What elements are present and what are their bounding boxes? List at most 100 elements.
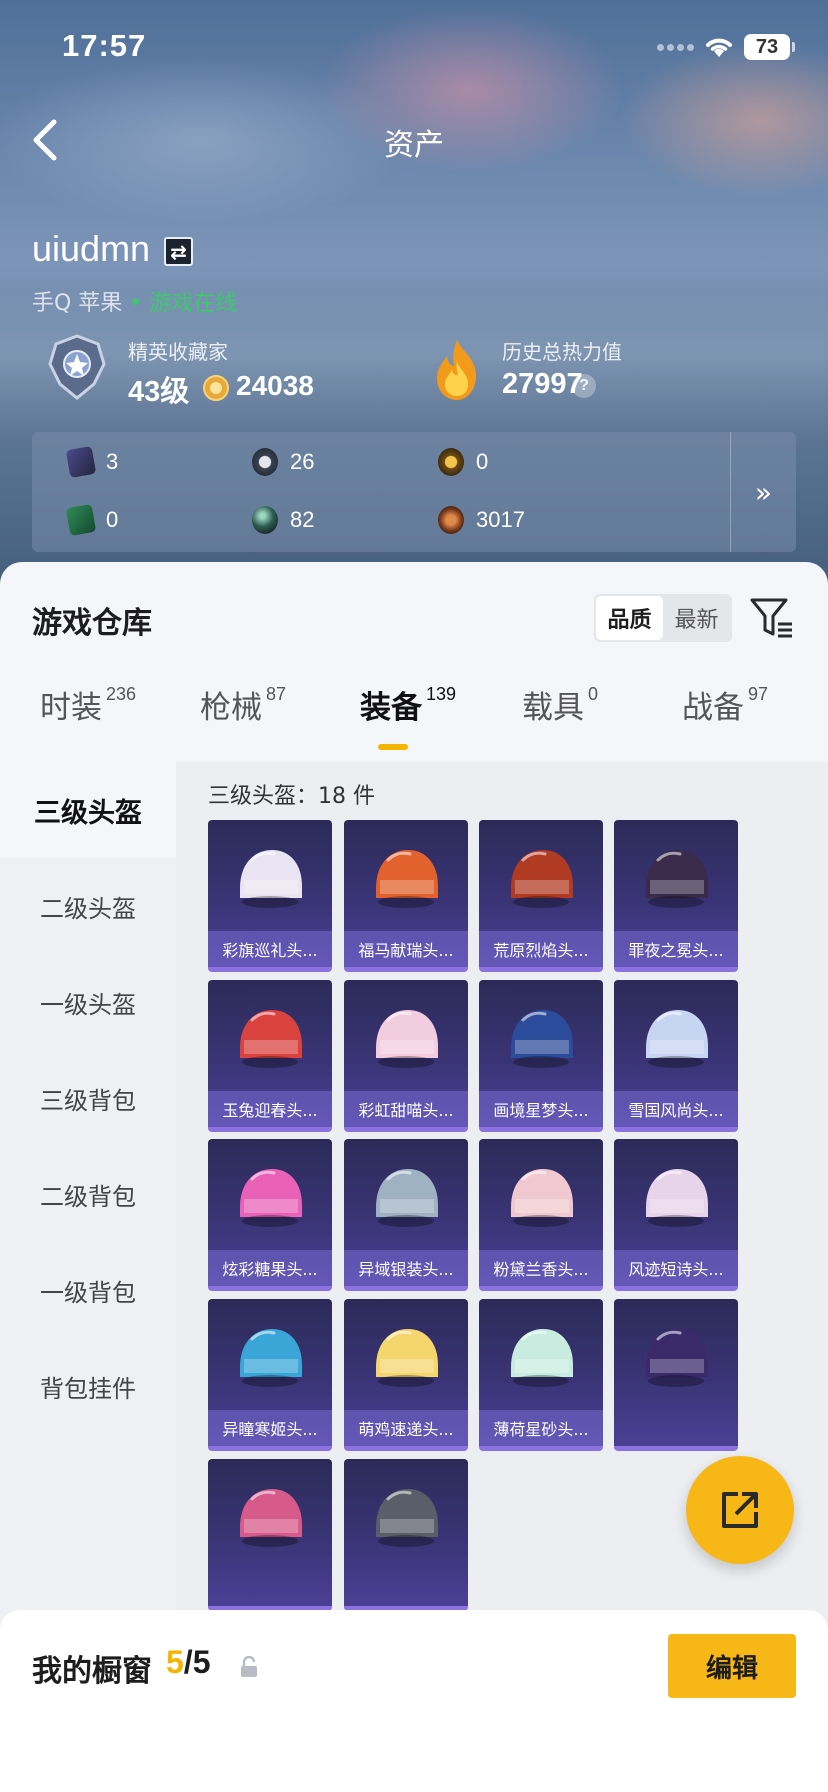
item-card[interactable]: 福马献瑞头... [344, 820, 468, 972]
sidebar-item-level1-helmet[interactable]: 一级头盔 [0, 954, 176, 1050]
item-card[interactable]: 粉黛兰香头... [479, 1139, 603, 1291]
helmet-icon [376, 1489, 438, 1547]
item-card[interactable]: 风迹短诗头... [614, 1139, 738, 1291]
sidebar-item-level2-backpack[interactable]: 二级背包 [0, 1146, 176, 1242]
platform-info: 手Q 苹果 • 游戏在线 [32, 285, 237, 317]
item-card[interactable]: 荒原烈焰头... [479, 820, 603, 972]
cellular-signal-icon [657, 43, 694, 51]
helmet-icon [240, 850, 302, 908]
resource-item: 0 [438, 448, 488, 476]
sidebar-item-level2-helmet[interactable]: 二级头盔 [0, 858, 176, 954]
item-card[interactable]: 罪夜之冕头... [614, 820, 738, 972]
tab-count: 236 [106, 684, 137, 704]
filter-icon[interactable] [750, 596, 794, 640]
showcase-total: /5 [183, 1644, 211, 1680]
item-name: 风迹短诗头... [614, 1250, 738, 1286]
tab-supplies[interactable]: 战备 97 [682, 682, 768, 727]
switch-account-icon[interactable]: ⇄ [164, 237, 193, 266]
resources-more-button[interactable]: » [730, 432, 796, 552]
item-name: 薄荷星砂头... [479, 1410, 603, 1446]
status-indicators: 73 [657, 34, 795, 60]
sidebar-item-level3-helmet[interactable]: 三级头盔 [0, 762, 176, 858]
resource-value: 26 [290, 449, 315, 474]
sidebar-item-level3-backpack[interactable]: 三级背包 [0, 1050, 176, 1146]
bronze-coin-icon [438, 506, 464, 534]
resource-value: 0 [476, 449, 489, 474]
item-name: 荒原烈焰头... [479, 931, 603, 967]
item-card[interactable]: 彩旗巡礼头... [208, 820, 332, 972]
item-name: 福马献瑞头... [344, 931, 468, 967]
item-card[interactable]: 异瞳寒姬头... [208, 1299, 332, 1451]
green-card-icon [65, 503, 97, 537]
coin-value: 24038 [236, 370, 314, 401]
helmet-icon [240, 1329, 302, 1387]
helmet-icon [646, 850, 708, 908]
resources-panel: 3 26 0 0 82 3017 » [32, 432, 796, 552]
item-name: 雪国风尚头... [614, 1091, 738, 1127]
showcase-title: 我的橱窗 [32, 1654, 152, 1689]
item-name: 彩虹甜喵头... [344, 1091, 468, 1127]
online-dot: • [129, 291, 143, 316]
rank-label: 精英收藏家 [128, 340, 228, 364]
username: uiudmn [32, 228, 151, 269]
item-card[interactable]: 萌鸡速递头... [344, 1299, 468, 1451]
purple-card-icon [65, 445, 97, 479]
item-card[interactable]: 画境星梦头... [479, 980, 603, 1132]
tab-fashion[interactable]: 时装 236 [40, 682, 136, 727]
item-card[interactable]: 彩虹甜喵头... [344, 980, 468, 1132]
coin-icon [203, 375, 229, 401]
warehouse-panel: 游戏仓库 品质 最新 时装 236 枪械 87 装备 139 载具 0 战备 9… [0, 562, 828, 1792]
resource-value: 3 [106, 449, 119, 474]
resource-value: 3017 [476, 507, 525, 532]
tab-weapons[interactable]: 枪械 87 [200, 682, 286, 727]
tab-equipment[interactable]: 装备 139 [360, 682, 456, 727]
helmet-icon [376, 1169, 438, 1227]
share-icon [722, 1492, 758, 1528]
online-status: 游戏在线 [149, 291, 238, 316]
rank-level: 43级 [128, 376, 190, 408]
item-name: 粉黛兰香头... [479, 1250, 603, 1286]
sidebar-item-level1-backpack[interactable]: 一级背包 [0, 1242, 176, 1338]
item-card[interactable]: 玉兔迎春头... [208, 980, 332, 1132]
helmet-icon [511, 850, 573, 908]
sidebar-item-backpack-charm[interactable]: 背包挂件 [0, 1338, 176, 1434]
item-count-label: 三级头盔：18 件 [208, 784, 375, 809]
resource-item: 82 [252, 506, 314, 534]
item-card[interactable]: 炫彩糖果头... [208, 1139, 332, 1291]
warehouse-title: 游戏仓库 [32, 606, 152, 641]
item-card[interactable] [208, 1459, 332, 1611]
page-title: 资产 [384, 128, 444, 163]
item-card[interactable]: 异域银装头... [344, 1139, 468, 1291]
resource-value: 82 [290, 507, 315, 532]
item-card[interactable]: 薄荷星砂头... [479, 1299, 603, 1451]
wifi-icon [706, 38, 732, 57]
item-card[interactable] [344, 1459, 468, 1611]
item-name: 画境星梦头... [479, 1091, 603, 1127]
item-card[interactable]: 雪国风尚头... [614, 980, 738, 1132]
tab-active-indicator [378, 744, 408, 750]
sort-newest-button[interactable]: 最新 [663, 596, 730, 640]
helmet-icon [240, 1010, 302, 1068]
helmet-icon [376, 1329, 438, 1387]
sort-quality-button[interactable]: 品质 [596, 596, 663, 640]
share-button[interactable] [686, 1456, 794, 1564]
rank-badge-icon [48, 334, 106, 400]
tab-count: 87 [266, 684, 287, 704]
item-name: 炫彩糖果头... [208, 1250, 332, 1286]
helmet-icon [511, 1010, 573, 1068]
tab-label: 战备 [682, 690, 744, 726]
category-tabs: 时装 236 枪械 87 装备 139 载具 0 战备 97 [0, 682, 828, 762]
item-name: 萌鸡速递头... [344, 1410, 468, 1446]
showcase-bar: 我的橱窗 5/5 编辑 [0, 1610, 828, 1792]
item-card[interactable] [614, 1299, 738, 1451]
showcase-count: 5/5 [166, 1644, 210, 1681]
helmet-icon [646, 1169, 708, 1227]
tab-vehicles[interactable]: 载具 0 [522, 682, 598, 727]
heat-label: 历史总热力值 [502, 340, 622, 364]
resource-item: 3 [65, 445, 119, 479]
help-icon[interactable]: ? [572, 374, 596, 398]
dark-token-icon [252, 448, 278, 476]
tab-label: 装备 [360, 690, 422, 726]
tab-label: 时装 [40, 690, 102, 726]
edit-button[interactable]: 编辑 [668, 1634, 796, 1698]
